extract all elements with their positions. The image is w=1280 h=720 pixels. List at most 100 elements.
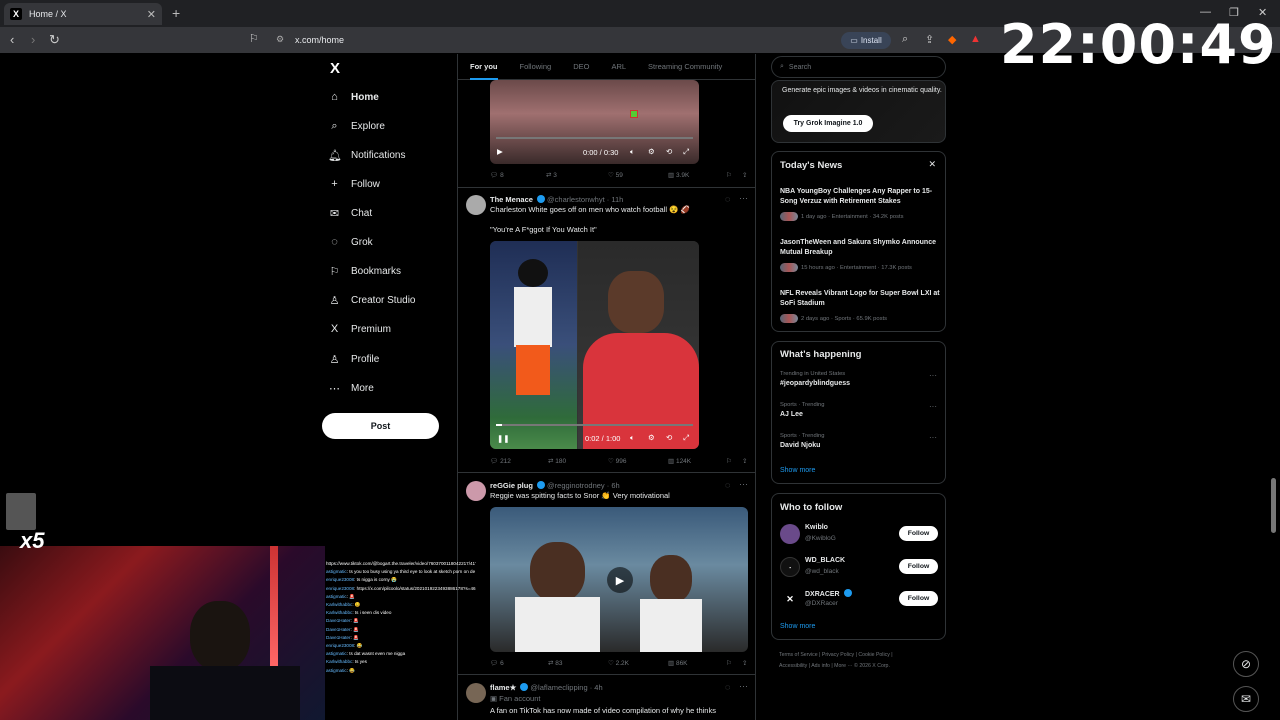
sidebar-item-premium[interactable]: X Premium — [328, 323, 391, 335]
news-item-title[interactable]: NFL Reveals Vibrant Logo for Super Bowl … — [780, 289, 940, 309]
repost-count[interactable]: ⇄ 180 — [548, 457, 566, 465]
chat-username[interactable]: astigmatic — [326, 569, 347, 574]
like-count[interactable]: ♡ 2.2K — [608, 659, 629, 667]
avatar[interactable] — [466, 195, 486, 215]
post-button[interactable]: Post — [322, 413, 439, 439]
reply-count[interactable]: 💬︎ 6 — [490, 659, 504, 667]
sidebar-item-chat[interactable]: ✉ Chat — [328, 207, 372, 220]
share-icon[interactable]: ⇪ — [925, 33, 934, 46]
x-logo-icon[interactable]: X — [330, 60, 340, 77]
chat-username[interactable]: astigmatic — [326, 651, 347, 656]
bookmark-page-icon[interactable]: ⚐ — [249, 32, 259, 45]
news-item-title[interactable]: JasonTheWeen and Sakura Shymko Announce … — [780, 238, 940, 258]
repost-count[interactable]: ⇄ 83 — [548, 659, 563, 667]
grok-fab-icon[interactable]: ⊘ — [1233, 651, 1259, 677]
pause-icon[interactable]: ❚❚ — [497, 434, 510, 443]
reload-icon[interactable]: ↻ — [49, 32, 60, 48]
grok-icon[interactable]: ◌ — [725, 480, 730, 490]
like-count[interactable]: ♡ 59 — [608, 171, 623, 179]
sidebar-item-home[interactable]: ⌂ Home — [328, 91, 379, 103]
chat-username[interactable]: enrique23008 — [326, 643, 354, 648]
url-field[interactable]: x.com/home — [295, 35, 344, 45]
like-count[interactable]: ♡ 996 — [608, 457, 627, 465]
video-progress[interactable] — [496, 137, 693, 139]
video-player[interactable]: ❚❚ 0:02 / 1:00 🔈︎ ⚙ ⟲ ⤢ — [490, 241, 699, 449]
sidebar-item-follow[interactable]: + Follow — [328, 178, 380, 190]
new-tab-icon[interactable]: + — [172, 5, 180, 21]
search-box[interactable]: ⌕ Search — [771, 56, 946, 78]
site-settings-icon[interactable]: ⚙ — [276, 34, 284, 45]
tab-deo[interactable]: DEO — [573, 54, 589, 79]
follow-button[interactable]: Follow — [899, 526, 938, 541]
volume-icon[interactable]: 🔈︎ — [630, 433, 635, 443]
sidebar-item-notifications[interactable]: 🔔︎ Notifications — [328, 149, 405, 162]
trend-name[interactable]: AJ Lee — [780, 411, 803, 418]
reply-count[interactable]: 💬︎ 8 — [490, 171, 504, 179]
video-progress[interactable] — [496, 424, 693, 426]
forward-icon[interactable]: › — [31, 32, 35, 47]
fullscreen-icon[interactable]: ⤢ — [683, 147, 689, 157]
show-more-link[interactable]: Show more — [780, 467, 815, 474]
rewards-icon[interactable]: ▲ — [970, 33, 981, 45]
try-grok-button[interactable]: Try Grok Imagine 1.0 — [783, 115, 873, 132]
volume-icon[interactable]: 🔈︎ — [630, 147, 635, 157]
chat-username[interactable]: astigmatic — [326, 594, 347, 599]
trend-name[interactable]: #jeopardyblindguess — [780, 380, 850, 387]
install-button[interactable]: ▭ Install — [841, 32, 891, 49]
zoom-icon[interactable]: ⌕ — [902, 33, 908, 46]
chat-username[interactable]: astigmatic — [326, 668, 347, 673]
repost-count[interactable]: ⇄ 3 — [546, 171, 557, 179]
grok-icon[interactable]: ◌ — [725, 194, 730, 204]
sidebar-item-grok[interactable]: ◌ Grok — [328, 236, 372, 248]
chat-username[interactable]: enrique23008 — [326, 577, 354, 582]
post-author[interactable]: The Menace @charlestonwhyt · 11h — [490, 195, 623, 204]
chat-username[interactable]: Karlwithabbc — [326, 610, 352, 615]
post-author[interactable]: flame★ @laflameclipping · 4h — [490, 683, 603, 692]
avatar[interactable] — [466, 481, 486, 501]
avatar[interactable] — [780, 524, 800, 544]
more-icon[interactable]: ··· — [929, 371, 937, 380]
share-icon[interactable]: ⇪ — [742, 171, 747, 179]
chat-username[interactable]: Karlwithabbc — [326, 602, 352, 607]
chat-username[interactable]: Dave1Hater — [326, 635, 351, 640]
close-tab-icon[interactable]: ✕ — [147, 8, 156, 21]
follow-button[interactable]: Follow — [899, 559, 938, 574]
news-item-title[interactable]: NBA YoungBoy Challenges Any Rapper to 15… — [780, 187, 940, 207]
close-icon[interactable]: ✕ — [928, 159, 936, 170]
chat-username[interactable]: enrique23008 — [326, 586, 354, 591]
footer-links[interactable]: Terms of Service | Privacy Policy | Cook… — [779, 652, 893, 658]
video-player[interactable]: ▶ — [490, 507, 748, 652]
more-icon[interactable]: ··· — [739, 681, 748, 691]
tab-streaming-community[interactable]: Streaming Community — [648, 54, 722, 79]
play-icon[interactable]: ▶ — [607, 567, 633, 593]
view-count[interactable]: ▥ 86K — [668, 659, 688, 667]
sidebar-item-explore[interactable]: ⌕ Explore — [328, 120, 385, 133]
post-author[interactable]: reGGie plug @regginotrodney · 6h — [490, 481, 620, 490]
bookmark-icon[interactable]: ⚐ — [726, 171, 732, 179]
chat-username[interactable]: Karlwithabbc — [326, 659, 352, 664]
loop-icon[interactable]: ⟲ — [666, 147, 672, 156]
chat-username[interactable]: Dave1Hater — [326, 627, 351, 632]
trend-name[interactable]: David Njoku — [780, 442, 820, 449]
grok-icon[interactable]: ◌ — [725, 682, 730, 692]
tab-arl[interactable]: ARL — [611, 54, 626, 79]
brave-shield-icon[interactable]: ◆ — [948, 33, 956, 46]
account-name[interactable]: WD_BLACK — [805, 557, 845, 564]
tab-for-you[interactable]: For you — [470, 54, 498, 80]
share-icon[interactable]: ⇪ — [742, 457, 747, 465]
share-icon[interactable]: ⇪ — [742, 659, 747, 667]
play-icon[interactable]: ▶ — [497, 147, 503, 156]
view-count[interactable]: ▥ 124K — [668, 457, 691, 465]
sidebar-item-more[interactable]: ⋯ More — [328, 382, 374, 395]
settings-icon[interactable]: ⚙ — [648, 433, 655, 442]
sidebar-item-creator-studio[interactable]: ♙ Creator Studio — [328, 294, 416, 307]
bookmark-icon[interactable]: ⚐ — [726, 457, 732, 465]
follow-button[interactable]: Follow — [899, 591, 938, 606]
more-icon[interactable]: ··· — [739, 479, 748, 489]
reply-count[interactable]: 💬︎ 212 — [490, 457, 511, 465]
sidebar-item-bookmarks[interactable]: ⚐ Bookmarks — [328, 265, 401, 278]
video-player[interactable]: ▶ 0:00 / 0:30 🔈︎ ⚙ ⟲ ⤢ — [490, 80, 699, 164]
fullscreen-icon[interactable]: ⤢ — [683, 433, 689, 443]
show-more-link[interactable]: Show more — [780, 623, 815, 630]
chat-username[interactable]: Dave1Hater — [326, 618, 351, 623]
